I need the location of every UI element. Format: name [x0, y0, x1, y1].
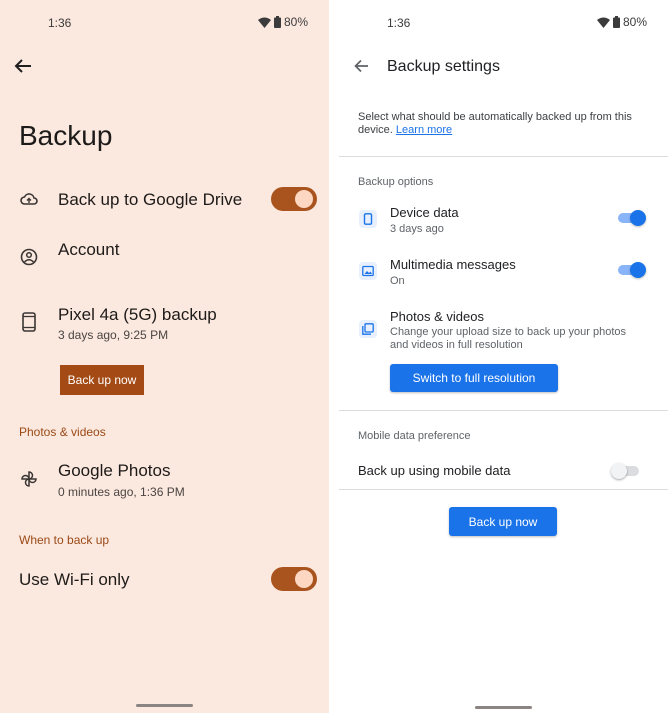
photos-videos-subtitle: Change your upload size to back up your … [390, 326, 660, 352]
intro-line-1: Select what should be automatically back… [358, 111, 632, 123]
section-when-to-back-up: When to back up [19, 533, 110, 547]
multimedia-messages-title: Multimedia messages [390, 257, 516, 272]
photos-videos-subtitle-line-2: and videos in full resolution [390, 339, 523, 351]
device-backup-title: Pixel 4a (5G) backup [58, 305, 217, 324]
wifi-icon [597, 17, 610, 28]
device-data-title: Device data [390, 205, 459, 220]
left-phone-screen: 1:36 80% Backup Back up to Google Drive … [0, 0, 329, 713]
intro-line-2: device. Learn more [358, 124, 658, 137]
image-message-icon [359, 262, 377, 280]
mobile-data-toggle[interactable] [611, 463, 639, 479]
mobile-data-row[interactable]: Back up using mobile data [329, 455, 668, 487]
section-mobile-data: Mobile data preference [358, 430, 471, 442]
section-backup-options: Backup options [358, 176, 434, 188]
switch-full-resolution-button[interactable]: Switch to full resolution [390, 364, 558, 392]
multimedia-messages-subtitle: On [390, 275, 405, 287]
google-photos-subtitle: 0 minutes ago, 1:36 PM [58, 485, 185, 499]
photos-videos-title: Photos & videos [390, 309, 484, 324]
backup-drive-label: Back up to Google Drive [58, 190, 243, 209]
pinwheel-icon [21, 471, 37, 487]
account-row[interactable]: Account [0, 236, 329, 280]
page-title: Backup [19, 120, 113, 151]
device-backup-row[interactable]: Pixel 4a (5G) backup 3 days ago, 9:25 PM [0, 300, 329, 346]
wifi-icon [258, 17, 271, 28]
arrow-left-icon[interactable] [14, 58, 32, 74]
cloud-upload-icon [20, 193, 38, 205]
home-indicator[interactable] [475, 706, 532, 709]
account-circle-icon [20, 248, 38, 266]
backup-drive-toggle[interactable] [271, 187, 317, 211]
multimedia-messages-toggle[interactable] [618, 262, 646, 278]
divider [339, 489, 668, 490]
intro-device-text: device. [358, 124, 393, 136]
phone-icon [359, 210, 377, 228]
divider [339, 410, 668, 411]
google-photos-row[interactable]: Google Photos 0 minutes ago, 1:36 PM [0, 456, 329, 502]
status-time: 1:36 [48, 16, 72, 30]
home-indicator[interactable] [136, 704, 193, 707]
wifi-only-row[interactable]: Use Wi-Fi only [0, 560, 329, 600]
device-backup-subtitle: 3 days ago, 9:25 PM [58, 328, 169, 342]
back-up-now-button[interactable]: Back up now [449, 507, 557, 536]
device-data-toggle[interactable] [618, 210, 646, 226]
photos-videos-row: Photos & videos Change your upload size … [329, 304, 668, 364]
phone-icon [22, 312, 36, 332]
google-photos-title: Google Photos [58, 461, 171, 480]
battery-icon [274, 16, 281, 28]
arrow-left-icon[interactable] [354, 59, 369, 73]
divider [339, 156, 668, 157]
wifi-only-toggle[interactable] [271, 567, 317, 591]
backup-drive-row[interactable]: Back up to Google Drive [0, 180, 329, 220]
status-icons: 80% [597, 15, 647, 29]
section-photos-videos: Photos & videos [19, 425, 106, 439]
right-phone-screen: 1:36 80% Backup settings Select what sho… [329, 0, 668, 713]
device-data-subtitle: 3 days ago [390, 223, 444, 235]
back-up-now-button[interactable]: Back up now [60, 365, 144, 395]
page-title: Backup settings [387, 58, 500, 75]
mobile-data-label: Back up using mobile data [358, 463, 511, 478]
battery-level: 80% [623, 15, 648, 29]
learn-more-link[interactable]: Learn more [396, 124, 452, 136]
intro-text: Select what should be automatically back… [358, 111, 658, 137]
photos-videos-subtitle-line-1: Change your upload size to back up your … [390, 326, 627, 338]
account-label: Account [58, 240, 120, 259]
photo-library-icon [359, 320, 377, 338]
status-time: 1:36 [387, 16, 411, 30]
device-data-row[interactable]: Device data 3 days ago [329, 200, 668, 240]
wifi-only-label: Use Wi-Fi only [19, 570, 130, 589]
battery-level: 80% [284, 15, 309, 29]
multimedia-messages-row[interactable]: Multimedia messages On [329, 252, 668, 292]
status-icons: 80% [258, 15, 308, 29]
battery-icon [613, 16, 620, 28]
